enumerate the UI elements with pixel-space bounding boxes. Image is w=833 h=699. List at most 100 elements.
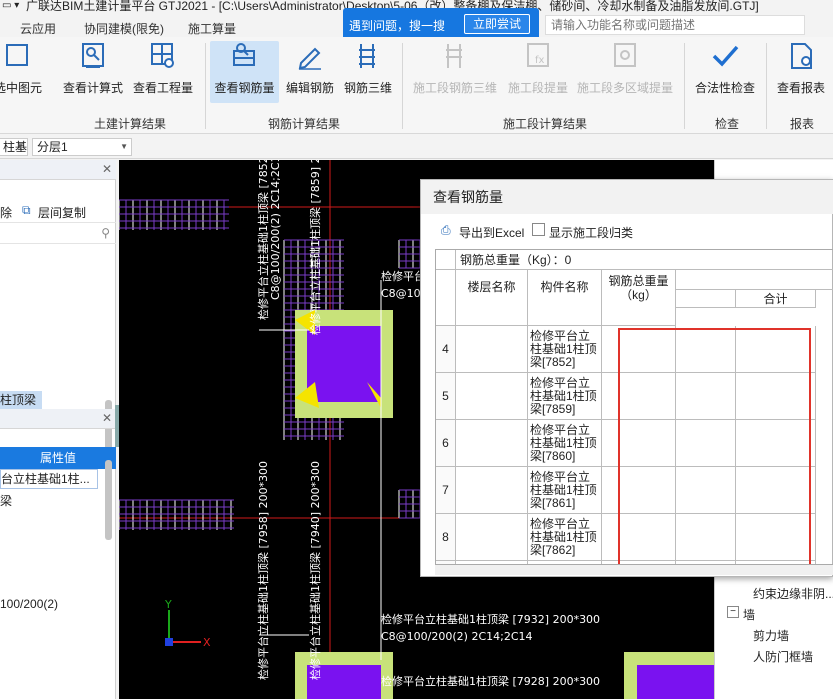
segment-multi-icon (614, 43, 636, 67)
group-label-civil: 土建计算结果 (94, 117, 167, 131)
floor-name-cell[interactable] (456, 467, 528, 514)
beam-label: 检修平台立柱基础1柱顶梁 [7852] 200*300 (256, 160, 270, 320)
tree-item[interactable]: 约束边缘非阴... (753, 585, 833, 602)
component-name-cell[interactable]: 检修平台立柱基础1柱顶梁[7852] (528, 326, 602, 373)
rebar-3d-icon (359, 44, 375, 68)
component-name-cell[interactable]: 检修平台立柱基础1柱顶梁[7860] (528, 420, 602, 467)
collapse-icon[interactable]: − (727, 606, 739, 618)
rebar-total-cell[interactable] (602, 326, 676, 373)
checkmark-icon (712, 45, 739, 67)
row-number[interactable]: 8 (436, 514, 456, 561)
property-stirrup-value[interactable]: 100/200(2) (0, 594, 98, 614)
export-excel-button[interactable]: 导出到Excel (459, 224, 524, 241)
component-name-cell[interactable]: 检修平台立柱基础1柱顶梁[7862] (528, 514, 602, 561)
group-separator (684, 43, 685, 129)
rebar-cell[interactable] (676, 514, 736, 561)
floor-name-cell[interactable] (456, 514, 528, 561)
show-segment-checkbox[interactable] (532, 223, 545, 236)
svg-text:fx: fx (535, 55, 545, 66)
select-element-icon (6, 44, 28, 66)
menu-collab-modeling[interactable]: 协同建模(限免) (84, 20, 164, 37)
tree-item[interactable]: 剪力墙 (753, 627, 789, 644)
selected-component[interactable]: 柱顶梁 (0, 391, 42, 409)
y-axis-label: Y (164, 598, 172, 611)
layer-dropdown[interactable]: 分层1 ▼ (32, 138, 132, 156)
dialog-title: 查看钢筋量 (421, 180, 833, 214)
segment-extract-button[interactable]: fx 施工段提量 (505, 41, 571, 103)
rebar-total-cell[interactable] (602, 420, 676, 467)
rebar-3d-button[interactable]: 钢筋三维 (340, 41, 396, 103)
group-label-segment: 施工段计算结果 (503, 117, 588, 131)
component-search-row[interactable]: ⚲ (0, 222, 116, 244)
subtotal-cell[interactable] (736, 373, 816, 420)
view-report-button[interactable]: 查看报表 (773, 41, 829, 103)
row-number[interactable]: 5 (436, 373, 456, 420)
row-number[interactable]: 6 (436, 420, 456, 467)
select-element-button[interactable]: 选中图元 (0, 41, 44, 103)
group-label-check: 检查 (715, 117, 740, 131)
subtotal-cell[interactable] (736, 467, 816, 514)
component-name-header: 构件名称 (528, 270, 602, 326)
properties-header: ✕ (0, 409, 116, 429)
row-number[interactable]: 4 (436, 326, 456, 373)
subtotal-cell[interactable] (736, 326, 816, 373)
edit-rebar-button[interactable]: 编辑钢筋 (282, 41, 338, 103)
properties-scrollbar[interactable] (105, 460, 112, 540)
rebar-cell[interactable] (676, 326, 736, 373)
total-weight: 钢筋总重量（Kg）：0 (456, 250, 833, 270)
floor-name-cell[interactable] (456, 326, 528, 373)
view-formula-button[interactable]: 查看计算式 (60, 41, 126, 103)
segment-rebar-3d-icon (446, 44, 462, 68)
search-icon[interactable]: ⚲ (101, 226, 110, 240)
close-icon[interactable]: ✕ (102, 162, 112, 176)
try-now-button[interactable]: 立即尝试 (464, 14, 530, 34)
delete-button[interactable]: 除 (0, 204, 12, 221)
component-type-dropdown[interactable]: 柱基 ▼ (0, 138, 28, 156)
table-hscrollbar[interactable] (435, 565, 833, 575)
app-icon: ▭ ▾ (2, 0, 20, 11)
copy-between-floors-button[interactable]: 层间复制 (38, 204, 86, 221)
property-type-value[interactable]: 梁 (0, 491, 98, 511)
view-quantity-button[interactable]: 查看工程量 (130, 41, 196, 103)
view-rebar-quantity-button[interactable]: 查看钢筋量 (210, 41, 279, 103)
rebar-cell[interactable] (676, 373, 736, 420)
subtotal-cell[interactable] (736, 420, 816, 467)
function-search-input[interactable] (546, 16, 804, 34)
pencil-icon (298, 47, 321, 70)
group-separator (205, 43, 206, 129)
menu-construction-qty[interactable]: 施工算量 (188, 20, 236, 37)
rebar-total-header: 钢筋总重量（kg） (602, 270, 676, 326)
row-number[interactable]: 7 (436, 467, 456, 514)
menu-cloud-app[interactable]: 云应用 (20, 20, 56, 37)
beam-label: C8@100/200(2) 2C14;2C14 (381, 630, 533, 643)
subtotal-cell[interactable] (736, 514, 816, 561)
report-icon (791, 43, 812, 69)
component-name-cell[interactable]: 检修平台立柱基础1柱顶梁[7859] (528, 373, 602, 420)
component-name-cell[interactable]: 检修平台立柱基础1柱顶梁[7861] (528, 467, 602, 514)
rebar-cell[interactable] (676, 420, 736, 467)
rebar-quantity-icon (232, 43, 255, 66)
rebar-total-cell[interactable] (602, 373, 676, 420)
property-name-value[interactable]: 台立柱基础1柱... (0, 469, 98, 489)
tree-item-wall[interactable]: 墙 (743, 606, 755, 623)
rebar-total-cell[interactable] (602, 467, 676, 514)
floor-name-cell[interactable] (456, 373, 528, 420)
floor-name-cell[interactable] (456, 420, 528, 467)
origin-indicator (165, 638, 173, 646)
function-search-box[interactable] (545, 15, 805, 35)
x-axis-label: X (203, 636, 211, 649)
group-label-rebar: 钢筋计算结果 (268, 117, 341, 131)
chevron-down-icon: ▼ (16, 142, 24, 151)
tree-item[interactable]: 人防门框墙 (753, 648, 813, 665)
rebar-total-cell[interactable] (602, 514, 676, 561)
group-label-report: 报表 (790, 117, 815, 131)
segment-multi-extract-button[interactable]: 施工段多区域提量 (575, 41, 675, 103)
close-icon[interactable]: ✕ (102, 411, 112, 425)
segment-rebar-3d-button[interactable]: 施工段钢筋三维 (410, 41, 500, 103)
rebar-cell[interactable] (676, 467, 736, 514)
property-value-column-header: 属性值 (0, 447, 116, 469)
chevron-down-icon: ▼ (120, 142, 128, 151)
legality-check-button[interactable]: 合法性检查 (692, 41, 758, 103)
group-separator (766, 43, 767, 129)
beam-label: 检修平台立柱基础1柱顶梁 [7958] 200*300 (256, 461, 270, 680)
